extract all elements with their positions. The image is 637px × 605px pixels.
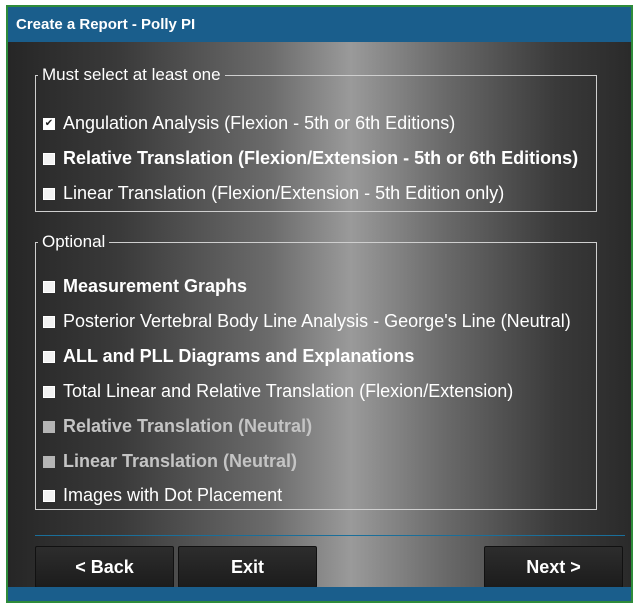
checkbox-icon[interactable] (43, 350, 55, 363)
window-title: Create a Report - Polly PI (8, 7, 631, 42)
option-relative-translation-flexion[interactable]: Relative Translation (Flexion/Extension … (43, 148, 578, 169)
exit-button[interactable]: Exit (178, 546, 317, 588)
option-label: Angulation Analysis (Flexion - 5th or 6t… (63, 113, 456, 133)
option-label: ALL and PLL Diagrams and Explanations (63, 346, 415, 366)
checkbox-icon[interactable] (43, 280, 55, 293)
next-button[interactable]: Next > (484, 546, 623, 588)
option-label: Measurement Graphs (63, 276, 248, 296)
option-label: Images with Dot Placement (63, 485, 283, 505)
option-label: Relative Translation (Neutral) (63, 416, 313, 436)
bottom-bar (8, 587, 631, 601)
option-label: Relative Translation (Flexion/Extension … (63, 148, 579, 168)
option-label: Total Linear and Relative Translation (F… (63, 381, 514, 401)
optional-options-group: Optional Measurement Graphs Posterior Ve… (35, 232, 597, 510)
checkbox-icon[interactable] (43, 315, 55, 328)
back-button[interactable]: < Back (35, 546, 174, 588)
checkbox-icon[interactable] (43, 385, 55, 398)
checkbox-icon[interactable] (43, 152, 55, 165)
report-dialog: Create a Report - Polly PI Must select a… (6, 5, 633, 603)
option-angulation-analysis[interactable]: ✔ Angulation Analysis (Flexion - 5th or … (43, 113, 455, 134)
option-relative-translation-neutral: Relative Translation (Neutral) (43, 416, 312, 437)
option-linear-translation-flexion[interactable]: Linear Translation (Flexion/Extension - … (43, 183, 504, 204)
option-images-dot-placement[interactable]: Images with Dot Placement (43, 485, 282, 506)
checkbox-icon[interactable] (43, 187, 55, 200)
option-label: Linear Translation (Neutral) (63, 451, 298, 471)
checkbox-disabled-icon (43, 420, 55, 433)
optional-group-legend: Optional (42, 232, 106, 251)
checkbox-disabled-icon (43, 455, 55, 468)
checkbox-checked-icon[interactable]: ✔ (43, 117, 55, 130)
option-total-linear-relative[interactable]: Total Linear and Relative Translation (F… (43, 381, 513, 402)
footer-separator (35, 535, 625, 536)
required-group-legend: Must select at least one (42, 65, 221, 84)
option-georges-line[interactable]: Posterior Vertebral Body Line Analysis -… (43, 311, 571, 332)
option-label: Linear Translation (Flexion/Extension - … (63, 183, 505, 203)
option-linear-translation-neutral: Linear Translation (Neutral) (43, 451, 297, 472)
option-label: Posterior Vertebral Body Line Analysis -… (63, 311, 571, 331)
checkbox-icon[interactable] (43, 489, 55, 502)
option-all-pll-diagrams[interactable]: ALL and PLL Diagrams and Explanations (43, 346, 414, 367)
required-options-group: Must select at least one ✔ Angulation An… (35, 65, 597, 212)
option-measurement-graphs[interactable]: Measurement Graphs (43, 276, 247, 297)
